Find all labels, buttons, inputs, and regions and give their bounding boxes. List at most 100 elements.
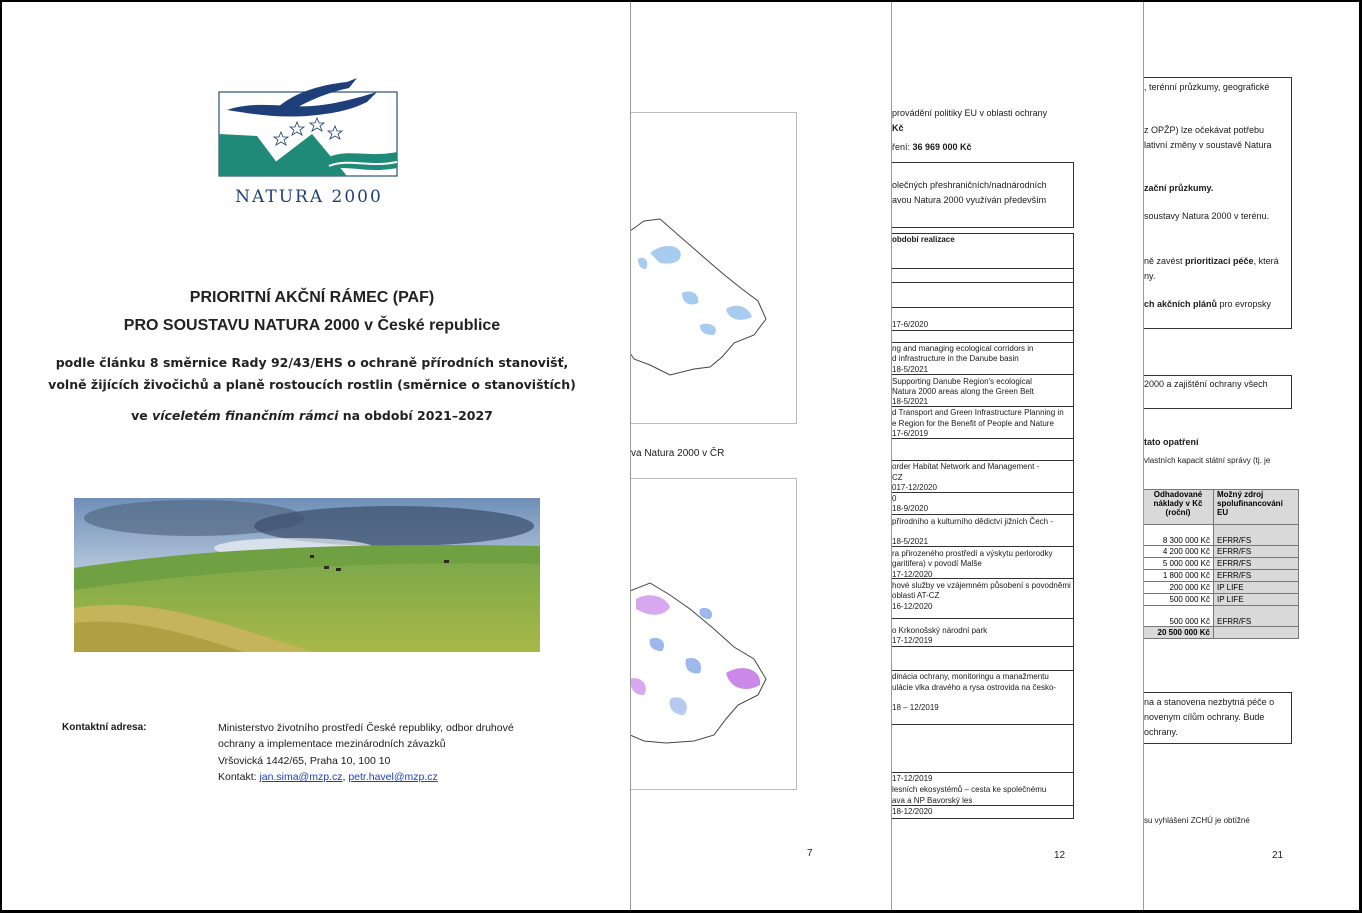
document-title-line1: PRIORITNÍ AKČNÍ RÁMEC (PAF): [189, 289, 435, 306]
project-row-text: Natura 2000 areas along the Green Belt: [892, 387, 1034, 396]
cost-value: 500 000 Kč: [1144, 593, 1214, 606]
email-link-sima[interactable]: jan.sima@mzp.cz: [259, 771, 342, 783]
p21-line8-bold: ch akčních plánů: [1144, 299, 1218, 309]
project-row-text: 18-5/2021: [892, 365, 929, 374]
cost-row: 5 000 000 Kč EFRR/FS: [1144, 557, 1299, 570]
project-row-text: 17-12/2020: [892, 570, 933, 579]
cost-row: 1 800 000 Kč EFRR/FS: [1144, 569, 1299, 582]
project-row-text: d Transport and Green Infrastructure Pla…: [892, 408, 1064, 417]
table-rule: [892, 724, 1074, 725]
logo-wordmark: NATURA 2000: [235, 187, 383, 206]
source-value: IP LIFE: [1213, 581, 1299, 594]
project-row-text: 017-12/2020: [892, 483, 937, 492]
source-value: EFRR/FS: [1213, 569, 1299, 582]
czech-map-bottom: [631, 582, 767, 744]
p12-line1: provádění politiky EU v oblasti ochrany: [892, 108, 1048, 118]
subtitle-line3-pre: ve: [131, 408, 153, 423]
cost-value: 1 800 000 Kč: [1144, 569, 1214, 582]
subtitle-line1: podle článku 8 směrnice Rady 92/43/EHS o…: [55, 355, 569, 370]
table-rule: [892, 670, 1074, 671]
table-rule: [892, 268, 1074, 269]
p12-cost-total: 36 969 000 Kč: [912, 142, 972, 152]
p21-line6-pre: ně zavést: [1144, 256, 1186, 266]
p21-line: 2000 a zajištění ochrany všech: [1144, 379, 1268, 389]
cost-total-empty: [1213, 626, 1299, 639]
table-rule: [892, 618, 1074, 619]
project-row-text: o Krkonošský národní park: [892, 626, 988, 635]
p12-line3: ření: 36 969 000 Kč: [892, 142, 972, 152]
p21-line: vlastních kapacit státní správy (tj. je: [1144, 456, 1271, 465]
project-row-text: d infrastructure in the Danube basin: [892, 354, 1019, 363]
contact-line1: Ministerstvo životního prostředí České r…: [218, 722, 514, 734]
p21-line: na a stanovena nezbytná péče o: [1144, 697, 1275, 707]
subtitle-line3-post: na období 2021–2027: [338, 408, 493, 423]
czech-map-top: [631, 218, 767, 376]
document-viewer: NATURA 2000 PRIORITNÍ AKČNÍ RÁMEC (PAF) …: [2, 2, 1359, 910]
cost-value: 200 000 Kč: [1144, 581, 1214, 594]
p21-line: zační průzkumy.: [1144, 183, 1214, 193]
table-rule: [892, 514, 1074, 515]
table-rule: [892, 282, 1074, 283]
p12-box1-line2: avou Natura 2000 využíván především: [892, 195, 1047, 205]
project-row-text: 18-5/2021: [892, 397, 929, 406]
cost-total-row: 20 500 000 Kč: [1144, 626, 1299, 639]
project-row-text: ra přirozeného prostředí a výskytu perlo…: [892, 549, 1053, 558]
table-rule: [892, 646, 1074, 647]
page-number: 12: [1054, 850, 1066, 861]
cost-total: 20 500 000 Kč: [1144, 626, 1214, 639]
source-value: EFRR/FS: [1213, 557, 1299, 570]
p21-line: , terénní průzkumy, geografické: [1144, 82, 1270, 92]
contact-address: Vršovická 1442/65, Praha 10, 100 10: [218, 755, 391, 767]
p21-line: su vyhlášení ZCHÚ je obtížné: [1144, 816, 1250, 825]
project-row-text: lesních ekosystémů – cesta ke společnému: [892, 785, 1047, 794]
email-link-havel[interactable]: petr.havel@mzp.cz: [348, 771, 437, 783]
project-row-text: dinácia ochrany, monitoringu a manažment…: [892, 672, 1049, 681]
cost-row: 500 000 Kč IP LIFE: [1144, 593, 1299, 606]
contact-label: Kontaktní adresa:: [62, 722, 147, 733]
p21-line: novenym cílům ochrany. Bude: [1144, 712, 1265, 722]
p21-line: ch akčních plánů pro evropsky: [1144, 299, 1271, 309]
project-table-header: období realizace: [892, 235, 955, 244]
project-row-text: 18-12/2020: [892, 807, 933, 816]
project-row-text: e Region for the Benefit of People and N…: [892, 419, 1054, 428]
contact-prefix: Kontakt:: [218, 771, 260, 783]
p21-box1: [1144, 77, 1292, 329]
map-frame-bottom: [631, 478, 797, 790]
p12-line3-pre: ření:: [892, 142, 913, 152]
project-row-text: 18 – 12/2019: [892, 703, 939, 712]
cost-row: 4 200 000 Kč EFRR/FS: [1144, 545, 1299, 558]
map-frame-top: [631, 112, 797, 424]
p21-line: z OPŽP) lze očekávat potřebu: [1144, 125, 1265, 135]
cost-column-header: Odhadované náklady v Kč (roční): [1144, 489, 1214, 525]
p21-line: soustavy Natura 2000 v terénu.: [1144, 211, 1270, 221]
p21-line6-bold: prioritizaci péče: [1185, 256, 1254, 266]
cost-value: 4 200 000 Kč: [1144, 545, 1214, 558]
document-title-line2: PRO SOUSTAVU NATURA 2000 v České republi…: [123, 317, 501, 334]
table-rule: [892, 460, 1074, 461]
p21-line: ochrany.: [1144, 727, 1178, 737]
project-row-text: 18-9/2020: [892, 504, 929, 513]
source-value: IP LIFE: [1213, 593, 1299, 606]
project-row-text: ava a NP Bavorský les: [892, 796, 973, 805]
cost-value: 500 000 Kč: [1144, 605, 1214, 627]
p21-line6-post: , která: [1253, 256, 1279, 266]
table-rule: [892, 330, 1074, 331]
project-row-text: 18-5/2021: [892, 537, 929, 546]
project-row-text: order Habitat Network and Management -: [892, 462, 1040, 471]
meadow-landscape-photo: [74, 498, 540, 652]
p21-line: lativní změny v soustavě Natura: [1144, 140, 1272, 150]
project-row-text: oblasti AT-CZ: [892, 591, 940, 600]
p21-line8-post: pro evropsky: [1217, 299, 1272, 309]
page-7: va Natura 2000 v ČR 7: [630, 2, 893, 910]
page-number: 7: [807, 848, 813, 859]
p21-line: ně zavést prioritizaci péče, která: [1144, 256, 1279, 266]
project-row-text: garitifera) v povodí Malše: [892, 559, 982, 568]
table-rule: [892, 342, 1074, 343]
table-rule: [892, 772, 1074, 773]
project-row-text: CZ: [892, 473, 903, 482]
p12-line2: Kč: [892, 123, 904, 133]
page-12: provádění politiky EU v oblasti ochrany …: [891, 2, 1145, 910]
project-row-text: ulácie vlka dravého a rysa ostrovida na …: [892, 683, 1057, 692]
cost-row: 500 000 Kč EFRR/FS: [1144, 605, 1299, 627]
page-number: 21: [1272, 850, 1284, 861]
